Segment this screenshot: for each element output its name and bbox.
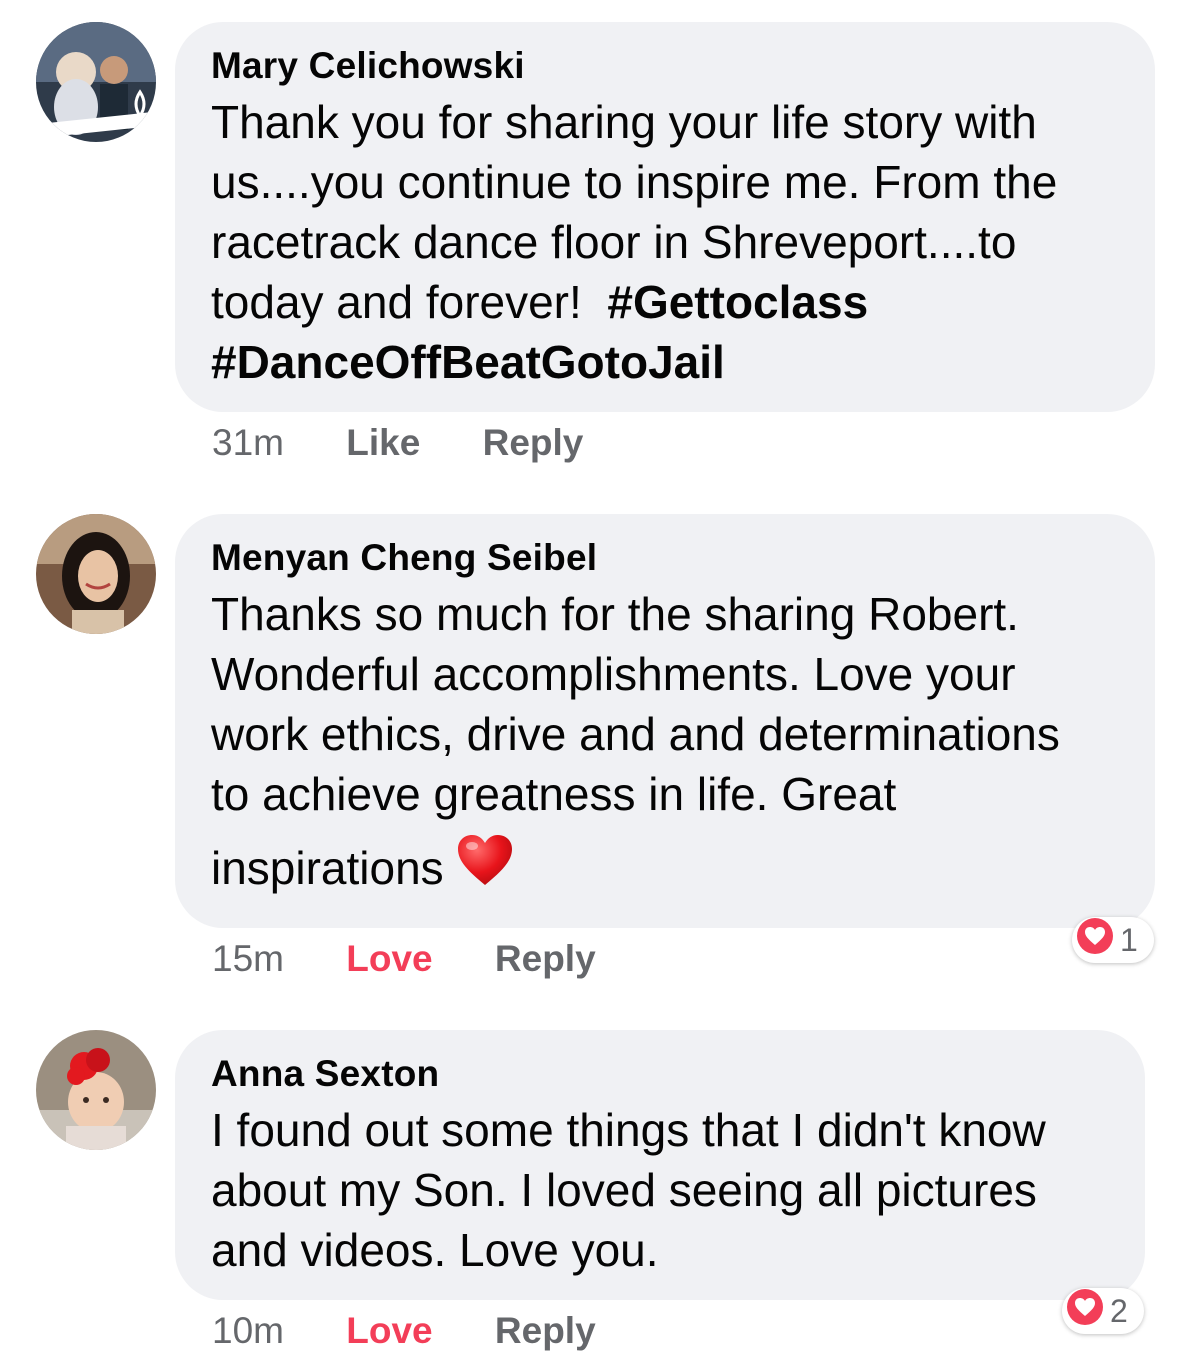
comment-text: Thanks so much for the sharing Robert. W… [211,584,1119,901]
comment-line: I found out some things that I didn't kn… [211,1104,1046,1156]
hashtag-link[interactable]: #DanceOffBeatGotoJail [211,332,1119,392]
avatar[interactable] [36,22,156,142]
avatar-photo [36,22,156,142]
comment-bubble: Menyan Cheng Seibel Thanks so much for t… [175,514,1155,928]
comment-bubble: Mary Celichowski Thank you for sharing y… [175,22,1155,412]
comment-text: I found out some things that I didn't kn… [211,1100,1109,1280]
comment-author[interactable]: Mary Celichowski [211,42,1119,90]
comment-actions: 10m Love Reply [212,1309,648,1353]
comment-author[interactable]: Anna Sexton [211,1050,1109,1098]
like-button[interactable]: Like [346,422,420,463]
comment-line-text: inspirations [211,842,444,894]
love-button[interactable]: Love [346,938,432,979]
reaction-badge[interactable]: 1 [1072,917,1154,963]
avatar[interactable] [36,1030,156,1150]
comment-actions: 15m Love Reply [212,937,648,981]
comment-line: racetrack dance floor in Shreveport....t… [211,216,1017,268]
reply-button[interactable]: Reply [495,938,596,979]
reaction-badge[interactable]: 2 [1062,1288,1144,1334]
comment-line: work ethics, drive and and determination… [211,708,1060,760]
hashtag-link[interactable]: #Gettoclass [607,276,868,328]
comment-bubble: Anna Sexton I found out some things that… [175,1030,1145,1300]
comment-timestamp[interactable]: 15m [212,938,284,979]
comment-timestamp[interactable]: 10m [212,1310,284,1351]
love-reaction-icon [1066,1288,1104,1334]
comment-line: Thanks so much for the sharing Robert. [211,588,1019,640]
comment-line: to achieve greatness in life. Great [211,768,897,820]
love-reaction-icon [1076,917,1114,963]
comment-text: Thank you for sharing your life story wi… [211,92,1119,392]
reaction-count: 1 [1120,921,1138,958]
comment-line: inspirations [211,834,1119,901]
comment-timestamp[interactable]: 31m [212,422,284,463]
avatar-photo [36,1030,156,1150]
comment-line: us....you continue to inspire me. From t… [211,156,1058,208]
comment-line-text: today and forever! [211,276,608,328]
comment-line: Thank you for sharing your life story wi… [211,96,1037,148]
avatar[interactable] [36,514,156,634]
reply-button[interactable]: Reply [495,1310,596,1351]
comment-line: and videos. Love you. [211,1224,659,1276]
comment-line: Wonderful accomplishments. Love your [211,648,1016,700]
reply-button[interactable]: Reply [483,422,584,463]
red-heart-icon [456,833,514,901]
love-button[interactable]: Love [346,1310,432,1351]
comment-line: today and forever! #Gettoclass [211,272,1119,332]
comment-actions: 31m Like Reply [212,421,635,465]
reaction-count: 2 [1110,1292,1128,1329]
comment-author[interactable]: Menyan Cheng Seibel [211,534,1119,582]
avatar-photo [36,514,156,634]
comment-line: about my Son. I loved seeing all picture… [211,1164,1037,1216]
